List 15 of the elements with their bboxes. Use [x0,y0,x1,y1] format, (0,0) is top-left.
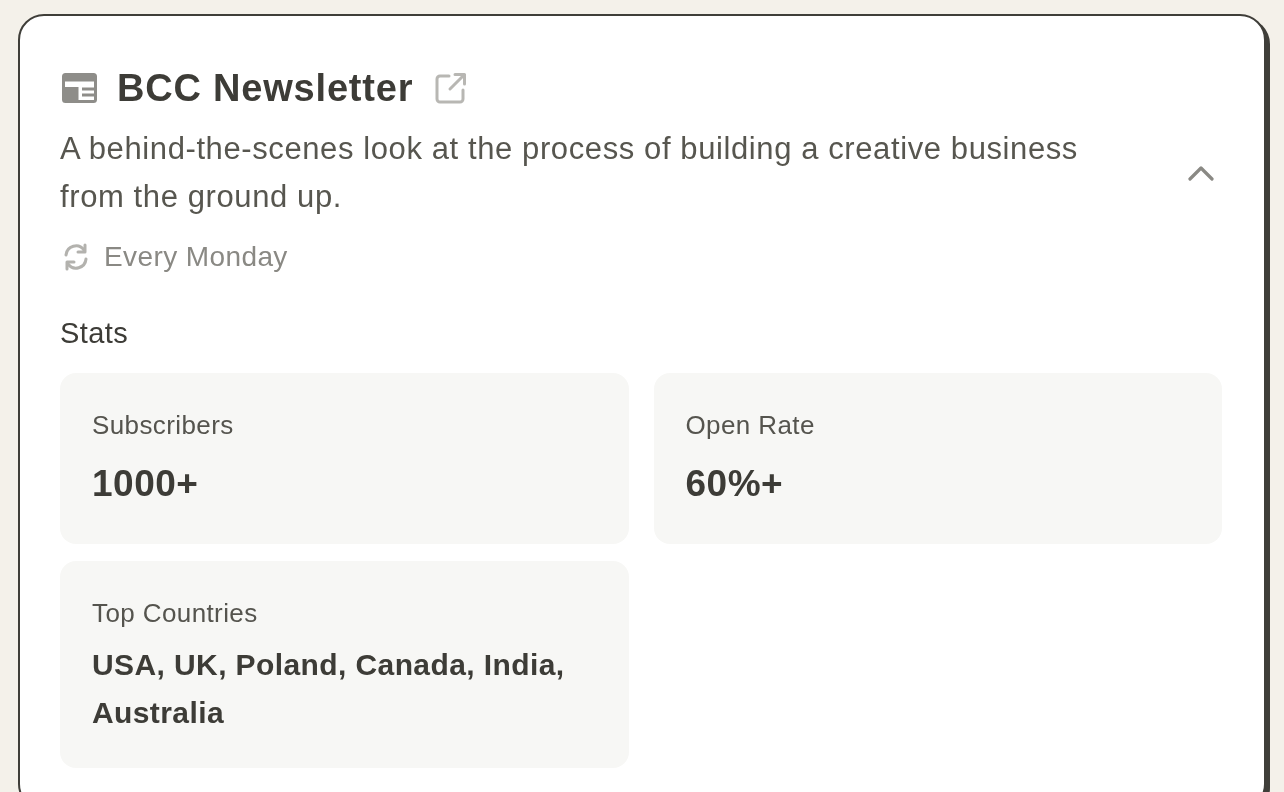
stat-label: Open Rate [685,409,816,441]
chevron-up-icon [1188,165,1214,181]
stat-label: Top Countries [92,597,259,629]
collapse-button[interactable] [1188,165,1214,181]
layout-icon [62,73,97,103]
stat-value: 1000+ [92,462,200,506]
external-link-icon[interactable] [435,72,468,104]
stat-label: Subscribers [92,409,235,441]
stat-value: USA, UK, Poland, Canada, India, Australia [92,647,566,731]
newsletter-title: BCC Newsletter [117,66,414,111]
stat-value: 60%+ [685,462,785,506]
stats-heading: Stats [60,317,130,349]
refresh-icon [62,243,90,271]
frequency-label: Every Monday [104,241,288,273]
newsletter-description: A behind-the-scenes look at the process of building a creative business from the ground up. [60,130,1079,216]
